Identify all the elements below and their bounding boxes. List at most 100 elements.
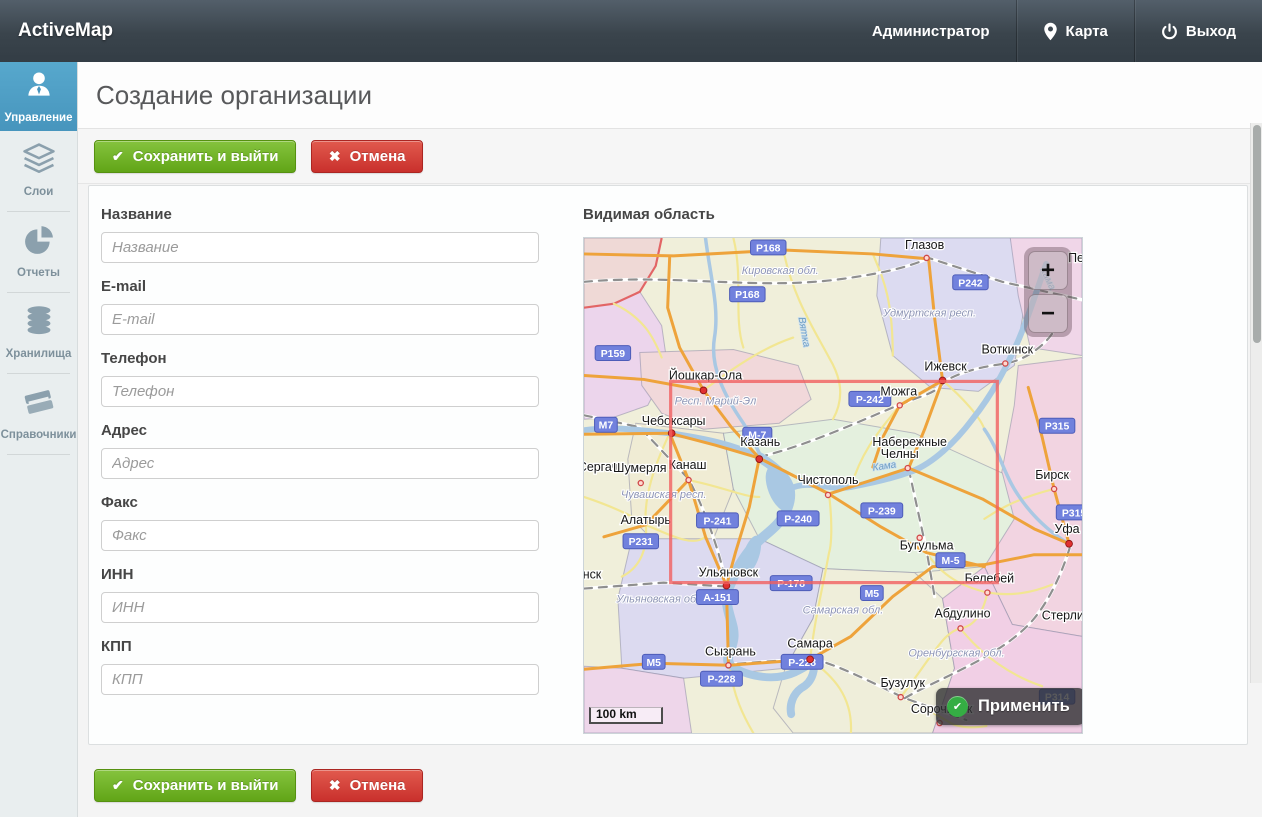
save-and-exit-button-bottom[interactable]: ✔ Сохранить и выйти bbox=[94, 769, 296, 802]
city-label: Глазов bbox=[905, 238, 945, 252]
title-bar: Создание организации bbox=[78, 62, 1262, 129]
city-label: Ижевск bbox=[924, 359, 967, 373]
visible-area-label: Видимая область bbox=[583, 206, 715, 223]
phone-label: Телефон bbox=[101, 350, 539, 367]
books-icon bbox=[20, 406, 58, 423]
map-widget[interactable]: КамаКамаВятка Кировская обл.Удмуртская р… bbox=[583, 237, 1083, 734]
city-label: Можга bbox=[880, 384, 917, 398]
field-group: Телефон bbox=[101, 350, 539, 407]
sidebar-item-label: Отчеты bbox=[0, 267, 77, 279]
city-label: нск bbox=[584, 568, 602, 582]
city-label: Бузулук bbox=[880, 676, 925, 690]
road-number-label: Р159 bbox=[601, 349, 626, 360]
layers-icon bbox=[20, 163, 58, 180]
address-label: Адрес bbox=[101, 422, 539, 439]
city-label: Алатырь bbox=[621, 513, 671, 527]
name-input[interactable] bbox=[101, 232, 539, 263]
fax-input[interactable] bbox=[101, 520, 539, 551]
power-icon bbox=[1161, 23, 1178, 40]
city-label: Казань bbox=[740, 435, 780, 449]
phone-input[interactable] bbox=[101, 376, 539, 407]
city-label: Воткинск bbox=[982, 343, 1034, 357]
city-label: Ульяновск bbox=[699, 566, 759, 580]
cancel-button-bottom[interactable]: ✖ Отмена bbox=[311, 769, 424, 802]
region-label: Кировская обл. bbox=[742, 265, 819, 277]
inn-input[interactable] bbox=[101, 592, 539, 623]
user-icon bbox=[22, 89, 56, 106]
region-label: Респ. Марий-Эл bbox=[675, 395, 757, 407]
city-label: Абдулино bbox=[934, 606, 990, 620]
main-area: Создание организации ✔ Сохранить и выйти… bbox=[78, 62, 1262, 817]
sidebar-item-layers[interactable]: Слои bbox=[0, 131, 77, 212]
apply-button[interactable]: ✔ Применить bbox=[936, 688, 1083, 725]
city-label: Стерлита bbox=[1042, 608, 1082, 622]
inn-label: ИНН bbox=[101, 566, 539, 583]
brand-logo: ActiveMap bbox=[0, 20, 113, 42]
city-dot bbox=[1003, 361, 1008, 366]
road-number-label: Р-241 bbox=[704, 516, 732, 527]
sidebar-item-storages[interactable]: Хранилища bbox=[0, 293, 77, 374]
city-dot bbox=[905, 465, 910, 470]
cancel-button[interactable]: ✖ Отмена bbox=[311, 140, 424, 173]
city-dot bbox=[700, 387, 707, 394]
city-dot bbox=[985, 590, 990, 595]
city-label: Канаш bbox=[669, 458, 707, 472]
city-label: Челны bbox=[881, 447, 919, 461]
sidebar: Управление Слои Отчеты Хранилища Справоч… bbox=[0, 62, 78, 817]
road-number-label: Р168 bbox=[756, 243, 781, 254]
map-link-label: Карта bbox=[1066, 23, 1108, 40]
region-label: Оренбургская обл. bbox=[908, 647, 1004, 659]
check-circle-icon: ✔ bbox=[947, 696, 968, 717]
x-icon: ✖ bbox=[329, 777, 341, 794]
page-title: Создание организации bbox=[78, 62, 1262, 128]
sidebar-item-label: Слои bbox=[0, 186, 77, 198]
city-dot bbox=[898, 695, 903, 700]
city-dot bbox=[924, 255, 929, 260]
sidebar-item-label: Управление bbox=[0, 112, 77, 124]
email-label: E-mail bbox=[101, 278, 539, 295]
email-input[interactable] bbox=[101, 304, 539, 335]
current-user-menu[interactable]: Администратор bbox=[846, 0, 1016, 62]
pie-chart-icon bbox=[21, 244, 57, 261]
form-card: Название E-mail Телефон Адрес Факс bbox=[88, 185, 1248, 745]
road-number-label: Р-228 bbox=[708, 675, 736, 686]
sidebar-item-reports[interactable]: Отчеты bbox=[0, 212, 77, 293]
map-link[interactable]: Карта bbox=[1016, 0, 1134, 62]
region-label: Ульяновская обл. bbox=[615, 594, 705, 606]
road-number-label: М5 bbox=[646, 658, 661, 669]
logout-button[interactable]: Выход bbox=[1134, 0, 1262, 62]
road-number-label: А-151 bbox=[703, 593, 732, 604]
road-number-label: М7 bbox=[599, 421, 614, 432]
activemap-app: ActiveMap Администратор Карта Выход bbox=[0, 0, 1262, 817]
sidebar-item-references[interactable]: Справочники bbox=[0, 374, 77, 455]
field-group: Факс bbox=[101, 494, 539, 551]
road-number-label: М-5 bbox=[942, 556, 960, 567]
field-group: Название bbox=[101, 206, 539, 263]
city-label: Чебоксары bbox=[642, 414, 706, 428]
x-icon: ✖ bbox=[329, 148, 341, 165]
name-label: Название bbox=[101, 206, 539, 223]
scrollbar-thumb[interactable] bbox=[1253, 125, 1261, 343]
top-bar: ActiveMap Администратор Карта Выход bbox=[0, 0, 1262, 62]
sidebar-item-management[interactable]: Управление bbox=[0, 62, 77, 131]
city-label: Бирск bbox=[1035, 468, 1069, 482]
kpp-input[interactable] bbox=[101, 664, 539, 695]
road-number-label: Р315 bbox=[1062, 508, 1082, 519]
organization-form: Название E-mail Телефон Адрес Факс bbox=[101, 206, 539, 710]
map-scale-bar: 100 km bbox=[589, 707, 663, 724]
zoom-in-button[interactable]: + bbox=[1028, 251, 1068, 290]
road-number-label: Р231 bbox=[629, 537, 654, 548]
city-dot bbox=[958, 626, 963, 631]
vertical-scrollbar[interactable] bbox=[1250, 123, 1262, 683]
city-dot bbox=[686, 477, 691, 482]
zoom-out-button[interactable]: − bbox=[1028, 294, 1068, 333]
city-label: Самара bbox=[787, 636, 832, 650]
save-and-exit-button[interactable]: ✔ Сохранить и выйти bbox=[94, 140, 296, 173]
field-group: ИНН bbox=[101, 566, 539, 623]
city-label: Бугульма bbox=[900, 539, 954, 553]
region-label: Самарская обл. bbox=[803, 604, 884, 616]
road-number-label: М5 bbox=[865, 589, 880, 600]
check-icon: ✔ bbox=[112, 777, 124, 794]
city-dot bbox=[756, 456, 763, 463]
address-input[interactable] bbox=[101, 448, 539, 479]
